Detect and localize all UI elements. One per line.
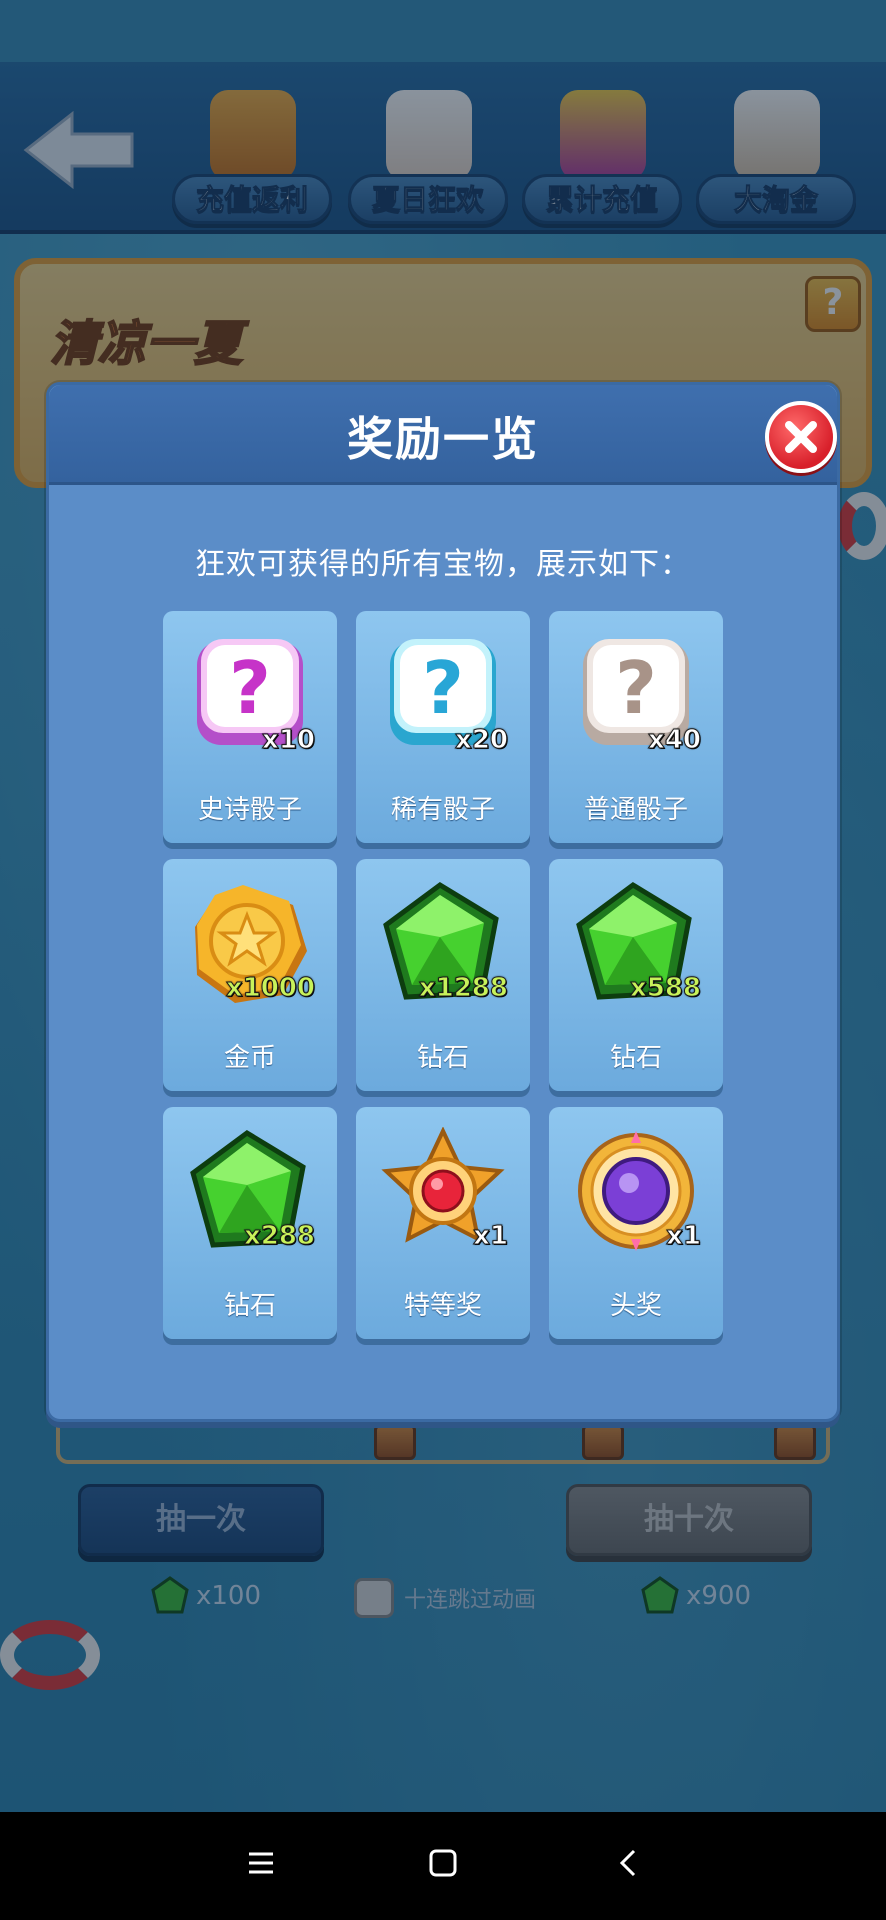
reward-name: 特等奖 [403, 1291, 482, 1321]
reward-name: 金币 [223, 1043, 276, 1073]
reward-quantity: x10 [262, 725, 316, 756]
reward-card: x288 钻石 [163, 1107, 337, 1339]
reward-card: x1 特等奖 [356, 1107, 530, 1339]
reward-quantity: x1288 [418, 973, 508, 1004]
back-icon[interactable] [614, 1848, 644, 1878]
menu-icon[interactable] [246, 1848, 276, 1878]
reward-card: ? x40 普通骰子 [549, 611, 723, 843]
reward-name: 钻石 [416, 1043, 469, 1073]
rewards-modal: 奖励一览 狂欢可获得的所有宝物，展示如下： ? x10 史诗骰子 ? x20 稀… [46, 382, 840, 1422]
svg-text:?: ? [422, 646, 464, 730]
reward-name: 稀有骰子 [390, 795, 495, 825]
reward-card: x1000 金币 [163, 859, 337, 1091]
reward-quantity: x588 [629, 973, 701, 1004]
modal-header: 奖励一览 [49, 385, 837, 485]
reward-name: 钻石 [609, 1043, 662, 1073]
reward-quantity: x288 [243, 1221, 315, 1252]
reward-name: 钻石 [223, 1291, 276, 1321]
reward-quantity: x1 [473, 1221, 509, 1252]
reward-quantity: x20 [455, 725, 509, 756]
rewards-grid: ? x10 史诗骰子 ? x20 稀有骰子 ? x40 普通骰子 x1000 金… [163, 611, 727, 1339]
reward-name: 史诗骰子 [197, 795, 302, 825]
reward-card: ? x20 稀有骰子 [356, 611, 530, 843]
close-icon [785, 421, 817, 453]
reward-card: x588 钻石 [549, 859, 723, 1091]
modal-subtitle: 狂欢可获得的所有宝物，展示如下： [195, 547, 691, 582]
modal-title: 奖励一览 [347, 412, 539, 466]
reward-name: 头奖 [609, 1291, 662, 1321]
reward-card: x1288 钻石 [356, 859, 530, 1091]
svg-text:?: ? [615, 646, 657, 730]
reward-quantity: x40 [648, 725, 702, 756]
reward-quantity: x1 [666, 1221, 702, 1252]
system-navigation-bar [0, 1812, 886, 1920]
reward-name: 普通骰子 [583, 795, 688, 825]
reward-quantity: x1000 [225, 973, 315, 1004]
reward-card: x1 头奖 [549, 1107, 723, 1339]
reward-card: ? x10 史诗骰子 [163, 611, 337, 843]
svg-text:?: ? [229, 646, 271, 730]
home-icon[interactable] [428, 1848, 458, 1878]
close-button[interactable] [765, 401, 837, 473]
